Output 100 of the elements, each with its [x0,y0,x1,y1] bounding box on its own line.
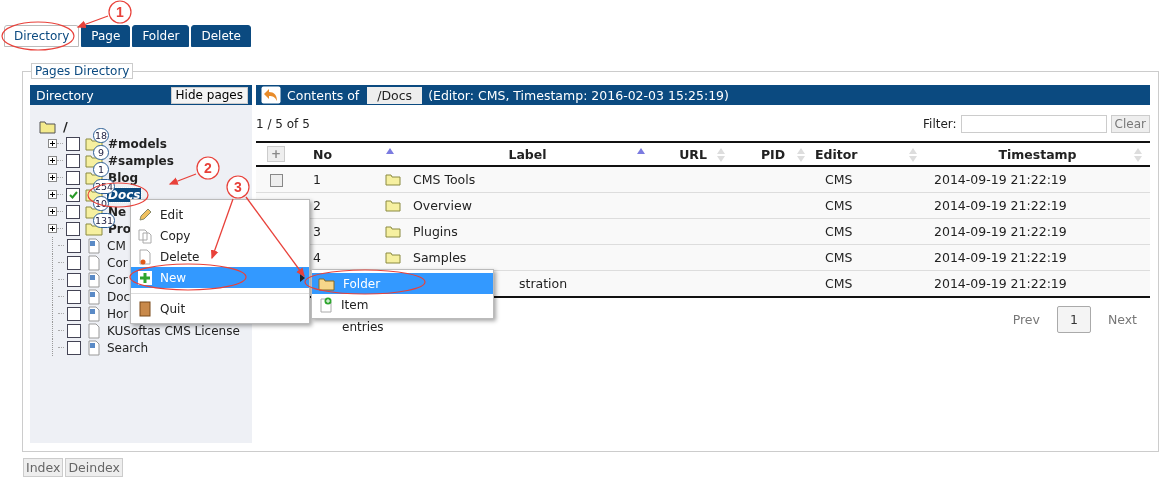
tree-item-label[interactable]: Doc [106,289,132,304]
tab[interactable]: Folder [132,25,190,47]
document-icon [86,237,102,254]
panel-legend: Pages Directory [31,63,134,79]
table-cell: CMS [825,276,853,291]
checkbox[interactable] [67,306,81,321]
expand-toggle[interactable] [48,156,57,165]
filter-field[interactable] [960,115,1107,133]
column-header[interactable]: Label [508,146,547,162]
table-cell: CMS [825,250,853,265]
tree-item-label[interactable]: CM [106,238,127,253]
menu-item[interactable]: Item [312,294,493,315]
checkbox[interactable] [66,170,80,185]
checkbox[interactable] [67,340,81,355]
expand-toggle[interactable] [48,224,57,233]
table-cell: 2014-09-19 21:22:19 [934,276,1067,291]
column-header[interactable]: No [313,146,333,162]
tab[interactable]: Page [81,25,131,47]
expand-toggle[interactable] [48,190,57,199]
table-cell[interactable]: CMS Tools [413,172,476,187]
hide-pages-button[interactable]: Hide pages [170,86,248,104]
directory-title: Directory [36,87,94,103]
checkbox[interactable] [67,272,81,287]
checkbox[interactable] [67,238,81,253]
plus-icon [137,269,153,286]
tree-item-label[interactable]: #samples [107,153,175,168]
table-cell: 1 [313,172,321,187]
column-header[interactable]: Timestamp [998,146,1077,162]
contents-label: Contents of [287,87,360,103]
checkbox[interactable] [66,204,80,219]
table-cell[interactable]: stration [519,276,568,291]
tree-item-label[interactable]: Cor [106,272,129,287]
count-badge: 1 [93,162,109,177]
callout-arrow [168,173,197,185]
column-header[interactable]: URL [679,146,707,162]
checkbox[interactable] [67,255,81,270]
table-cell: 2014-09-19 21:22:19 [934,172,1067,187]
folder-icon [318,276,336,291]
callout-number: 3 [226,175,250,199]
copy-icon [137,227,153,244]
folder-icon [385,225,401,238]
table-cell[interactable]: Plugins [413,224,458,239]
table-cell: 3 [313,224,321,239]
footer-button[interactable]: Deindex [65,458,123,477]
footer-button[interactable]: Index [23,458,64,477]
menu-item[interactable]: Delete [131,246,309,267]
tree-item-label[interactable]: Hor [106,306,130,321]
expand-toggle[interactable] [48,139,57,148]
table-cell[interactable]: Overview [413,198,472,213]
table-cell: 2014-09-19 21:22:19 [934,198,1067,213]
table-cell: 2 [313,198,321,213]
filter-label: Filter: [923,117,957,131]
expand-toggle[interactable] [48,173,57,182]
page-button[interactable]: 1 [1056,305,1091,333]
callout-number: 1 [108,0,132,24]
document-icon [86,305,102,322]
tree-item-label[interactable]: Cor [106,255,129,270]
count-badge: 18 [93,128,110,143]
tab[interactable]: Directory [4,25,80,47]
tree-item-label[interactable]: KUSoftas CMS License [106,323,241,338]
callout-arrow [210,198,234,260]
pencil-icon [137,206,153,223]
tree-root-label[interactable]: / [63,119,68,134]
table-cell: CMS [825,224,853,239]
column-header[interactable]: PID [760,146,786,162]
table-cell: CMS [825,172,853,187]
tree-item-label[interactable]: Search [106,340,150,355]
record-range: 1 / 5 of 5 [256,117,310,131]
menu-item[interactable]: Quit [131,298,309,319]
page-icon [86,254,102,271]
checkbox[interactable] [66,221,80,236]
folder-icon [385,251,401,264]
document-icon [86,339,102,356]
callout-number: 2 [196,156,220,180]
checkbox[interactable] [66,187,80,202]
tab[interactable]: Delete [191,25,251,47]
checkbox[interactable] [67,323,81,338]
sort-ascending-icon[interactable] [637,148,645,154]
door-icon [137,300,153,317]
new-page-icon [318,296,334,313]
checkbox[interactable] [66,153,80,168]
table-cell[interactable]: Samples [413,250,467,265]
delete-page-icon [137,248,153,265]
menu-item[interactable]: Edit [131,204,309,225]
count-badge: 9 [93,145,109,160]
menu-item[interactable]: Copy [131,225,309,246]
table-cell: CMS [825,198,853,213]
sort-ascending-icon[interactable] [386,148,394,154]
tree-item-label[interactable]: #models [107,136,168,151]
folder-info: (Editor: CMS, Timestamp: 2016-02-03 15:25:19) [428,87,729,103]
column-header[interactable]: Editor [815,146,858,162]
expand-toggle[interactable] [48,207,57,216]
row-checkbox[interactable] [269,174,283,187]
table-cell: 2014-09-19 21:22:19 [934,250,1067,265]
checkbox[interactable] [67,289,81,304]
clear-button[interactable]: Clear [1110,115,1150,133]
document-icon [86,288,102,305]
callout-arrow [76,15,109,28]
entries-label: entries [342,320,384,334]
checkbox[interactable] [66,136,80,151]
